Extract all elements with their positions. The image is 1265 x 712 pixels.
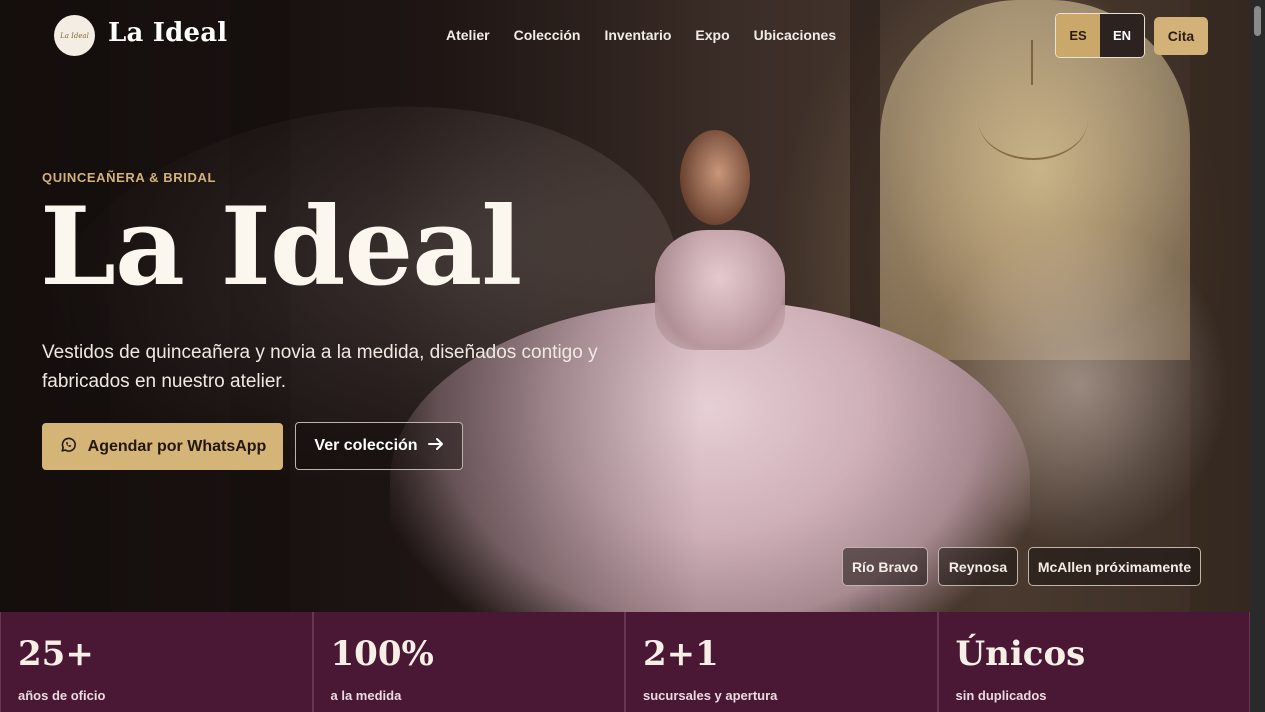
- hero-description: Vestidos de quinceañera y novia a la med…: [42, 342, 598, 392]
- scrollbar-thumb[interactable]: [1254, 6, 1261, 36]
- view-collection-button[interactable]: Ver colección: [295, 422, 463, 470]
- stat-item: 25+ años de oficio: [0, 612, 313, 712]
- page-scrollbar[interactable]: [1250, 0, 1265, 712]
- lang-en-button[interactable]: EN: [1100, 14, 1144, 57]
- view-collection-label: Ver colección: [314, 437, 418, 454]
- whatsapp-booking-button[interactable]: Agendar por WhatsApp: [42, 423, 283, 470]
- stat-value: Únicos: [955, 634, 1086, 674]
- stat-label: a la medida: [330, 688, 402, 703]
- whatsapp-button-label: Agendar por WhatsApp: [87, 437, 267, 455]
- nav-item-expo[interactable]: Expo: [695, 27, 729, 43]
- stat-item: Únicos sin duplicados: [937, 612, 1250, 712]
- logo-text: La Ideal: [60, 31, 89, 40]
- main-nav: Atelier Colección Inventario Expo Ubicac…: [446, 27, 860, 43]
- nav-item-atelier[interactable]: Atelier: [446, 27, 490, 43]
- brand-name[interactable]: La Ideal: [108, 18, 227, 48]
- location-chip-reynosa[interactable]: Reynosa: [938, 547, 1018, 586]
- chandelier-chain: [1031, 40, 1033, 85]
- logo[interactable]: La Ideal: [54, 15, 95, 56]
- nav-item-coleccion[interactable]: Colección: [514, 27, 581, 43]
- stat-label: sucursales y apertura: [643, 688, 778, 703]
- hero-title: La Ideal: [40, 184, 522, 310]
- cita-button[interactable]: Cita: [1154, 17, 1208, 55]
- stat-label: años de oficio: [18, 688, 106, 703]
- location-chip-rio-bravo[interactable]: Río Bravo: [842, 547, 928, 586]
- language-switcher: ES EN: [1055, 13, 1145, 58]
- stat-label: sin duplicados: [955, 688, 1047, 703]
- stats-bar: 25+ años de oficio 100% a la medida 2+1 …: [0, 612, 1250, 712]
- chandelier: [978, 80, 1088, 160]
- arrow-right-icon: [427, 437, 444, 456]
- nav-item-ubicaciones[interactable]: Ubicaciones: [754, 27, 836, 43]
- whatsapp-icon: [59, 435, 78, 459]
- stat-value: 2+1: [643, 634, 719, 674]
- stat-value: 25+: [18, 634, 94, 674]
- location-chip-mcallen[interactable]: McAllen próximamente: [1028, 547, 1201, 586]
- stat-item: 2+1 sucursales y apertura: [625, 612, 938, 712]
- stat-value: 100%: [330, 634, 434, 674]
- hero-eyebrow: QUINCEAÑERA & BRIDAL: [42, 170, 217, 185]
- stat-item: 100% a la medida: [312, 612, 625, 712]
- nav-item-inventario[interactable]: Inventario: [604, 27, 671, 43]
- lang-es-button[interactable]: ES: [1056, 14, 1100, 57]
